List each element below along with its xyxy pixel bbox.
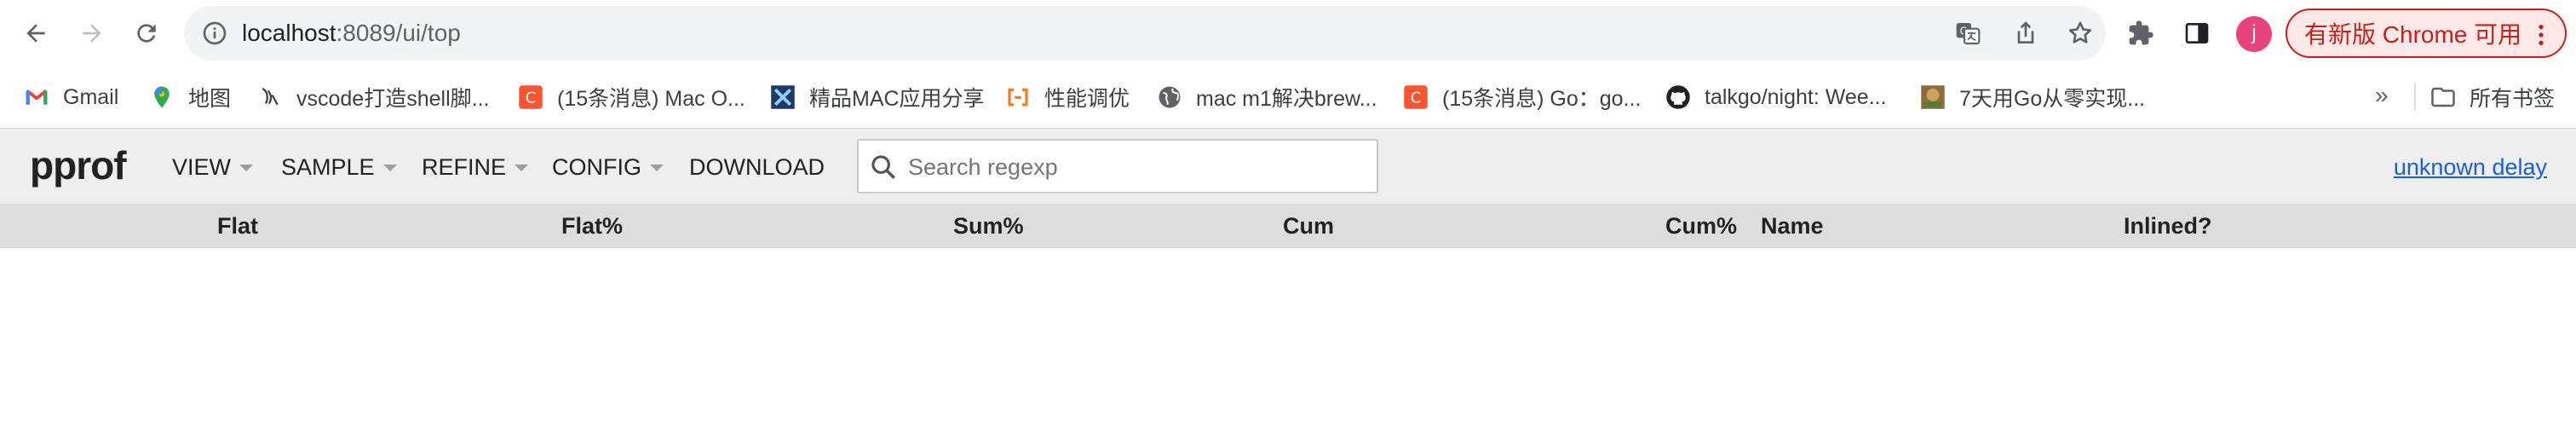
- menu-view-label: VIEW: [172, 154, 232, 180]
- bookmark-go-7days[interactable]: 7天用Go从零实现...: [1920, 82, 2145, 113]
- csdn-icon: C: [1404, 85, 1428, 109]
- all-bookmarks-folder[interactable]: 所有书签: [2430, 82, 2555, 113]
- side-panel-icon[interactable]: [2183, 20, 2211, 47]
- pprof-header: pprof VIEW SAMPLE REFINE CONFIG DOWNLOAD…: [0, 129, 2576, 204]
- menu-config-label: CONFIG: [552, 154, 641, 180]
- forward-arrow-icon: [83, 24, 101, 43]
- chrome-update-label: 有新版 Chrome 可用: [2304, 21, 2522, 48]
- x-app-icon: [771, 85, 795, 109]
- bookmark-talkgo[interactable]: talkgo/night: Wee...: [1665, 82, 1887, 113]
- maps-icon: [154, 86, 170, 108]
- brackets-icon: [1008, 88, 1028, 107]
- bookmark-brew[interactable]: mac m1解决brew...: [1157, 82, 1377, 113]
- top-table-body: [0, 248, 2576, 439]
- bookmark-performance[interactable]: 性能调优: [1005, 82, 1130, 113]
- col-header-cum[interactable]: Cum: [1283, 213, 1334, 240]
- search-box[interactable]: [857, 139, 1378, 194]
- bookmark-label: 性能调优: [1044, 87, 1130, 111]
- bookmark-mac-apps[interactable]: 精品MAC应用分享: [770, 82, 985, 113]
- menu-download[interactable]: DOWNLOAD: [689, 154, 825, 181]
- reload-icon: [137, 24, 156, 43]
- col-header-flat-percent[interactable]: Flat%: [561, 213, 623, 240]
- bookmark-label: Gmail: [63, 84, 119, 109]
- url-text[interactable]: localhost:8089/ui/top: [242, 20, 461, 47]
- csdn-icon: C: [519, 85, 543, 109]
- gmail-icon: [26, 90, 48, 105]
- address-bar[interactable]: localhost:8089/ui/top G: [184, 6, 2106, 61]
- col-header-sum-percent[interactable]: Sum%: [953, 213, 1024, 240]
- site-info-icon[interactable]: [201, 20, 228, 47]
- bookmark-maps[interactable]: 地图: [149, 82, 231, 113]
- chrome-update-button[interactable]: 有新版 Chrome 可用: [2286, 9, 2567, 58]
- col-header-name[interactable]: Name: [1761, 213, 1824, 240]
- forward-button[interactable]: [66, 9, 118, 58]
- svg-text:C: C: [1411, 90, 1421, 107]
- search-input[interactable]: [906, 147, 1370, 187]
- browser-toolbar: localhost:8089/ui/top G j 有新版 Chrome 可用: [0, 0, 2576, 66]
- bookmark-gmail[interactable]: Gmail: [24, 82, 118, 113]
- folder-icon: [2431, 87, 2455, 107]
- page-title: pprof: [30, 143, 127, 188]
- bookmark-vscode-shell[interactable]: vscode打造shell脚...: [257, 82, 489, 113]
- search-icon: [871, 155, 895, 179]
- col-header-inlined[interactable]: Inlined?: [2124, 213, 2212, 240]
- bookmarks-divider: [2414, 84, 2416, 111]
- caret-down-icon: [239, 164, 254, 171]
- bookmark-label: talkgo/night: Wee...: [1705, 84, 1887, 109]
- top-table-header: Flat Flat% Sum% Cum Cum% Name Inlined?: [0, 204, 2576, 248]
- github-icon: [1666, 85, 1690, 109]
- bookmark-label: (15条消息) Go：go...: [1442, 87, 1642, 111]
- menu-refine[interactable]: REFINE: [422, 154, 529, 181]
- bookmark-label: mac m1解决brew...: [1196, 87, 1377, 111]
- bookmark-csdn-mac[interactable]: C (15条消息) Mac O...: [518, 82, 745, 113]
- translate-icon[interactable]: G: [1954, 20, 1981, 47]
- back-arrow-icon: [26, 24, 45, 43]
- more-vert-icon: [2539, 25, 2544, 45]
- back-button[interactable]: [10, 9, 61, 58]
- bookmark-label: 7天用Go从零实现...: [1959, 87, 2146, 111]
- reload-button[interactable]: [121, 9, 172, 58]
- share-icon[interactable]: [2012, 20, 2039, 47]
- globe-icon: [1159, 86, 1181, 108]
- caret-down-icon: [515, 164, 529, 171]
- menu-view[interactable]: VIEW: [172, 154, 254, 181]
- col-header-flat[interactable]: Flat: [217, 213, 258, 240]
- menu-refine-label: REFINE: [422, 154, 507, 180]
- thumbnail-icon: [1921, 85, 1945, 109]
- menu-download-label: DOWNLOAD: [689, 154, 825, 180]
- col-header-cum-percent[interactable]: Cum%: [1665, 213, 1737, 240]
- bookmarks-bar: Gmail 地图 vscode打造shell脚... C (15条消息) Mac…: [0, 66, 2576, 129]
- svg-text:C: C: [526, 90, 536, 107]
- bookmark-label: vscode打造shell脚...: [296, 87, 490, 111]
- url-path: :8089/ui/top: [336, 20, 461, 46]
- all-bookmarks-label: 所有书签: [2470, 87, 2556, 111]
- bookmarks-overflow-button[interactable]: »: [2375, 82, 2389, 109]
- url-host: localhost: [242, 20, 336, 46]
- caret-down-icon: [382, 164, 397, 171]
- extensions-icon[interactable]: [2127, 20, 2154, 47]
- caret-down-icon: [650, 164, 664, 171]
- bookmark-label: 精品MAC应用分享: [809, 87, 985, 111]
- profile-avatar[interactable]: j: [2236, 16, 2272, 52]
- unknown-delay-link[interactable]: unknown delay: [2394, 154, 2547, 181]
- bookmark-label: (15条消息) Mac O...: [557, 87, 745, 111]
- bookmark-star-icon[interactable]: [2067, 20, 2094, 47]
- menu-config[interactable]: CONFIG: [552, 154, 664, 181]
- bookmark-label: 地图: [188, 87, 232, 111]
- vscode-bookmark-icon: [262, 87, 279, 106]
- menu-sample-label: SAMPLE: [281, 154, 375, 180]
- menu-sample[interactable]: SAMPLE: [281, 154, 397, 181]
- bookmark-csdn-go[interactable]: C (15条消息) Go：go...: [1403, 82, 1641, 113]
